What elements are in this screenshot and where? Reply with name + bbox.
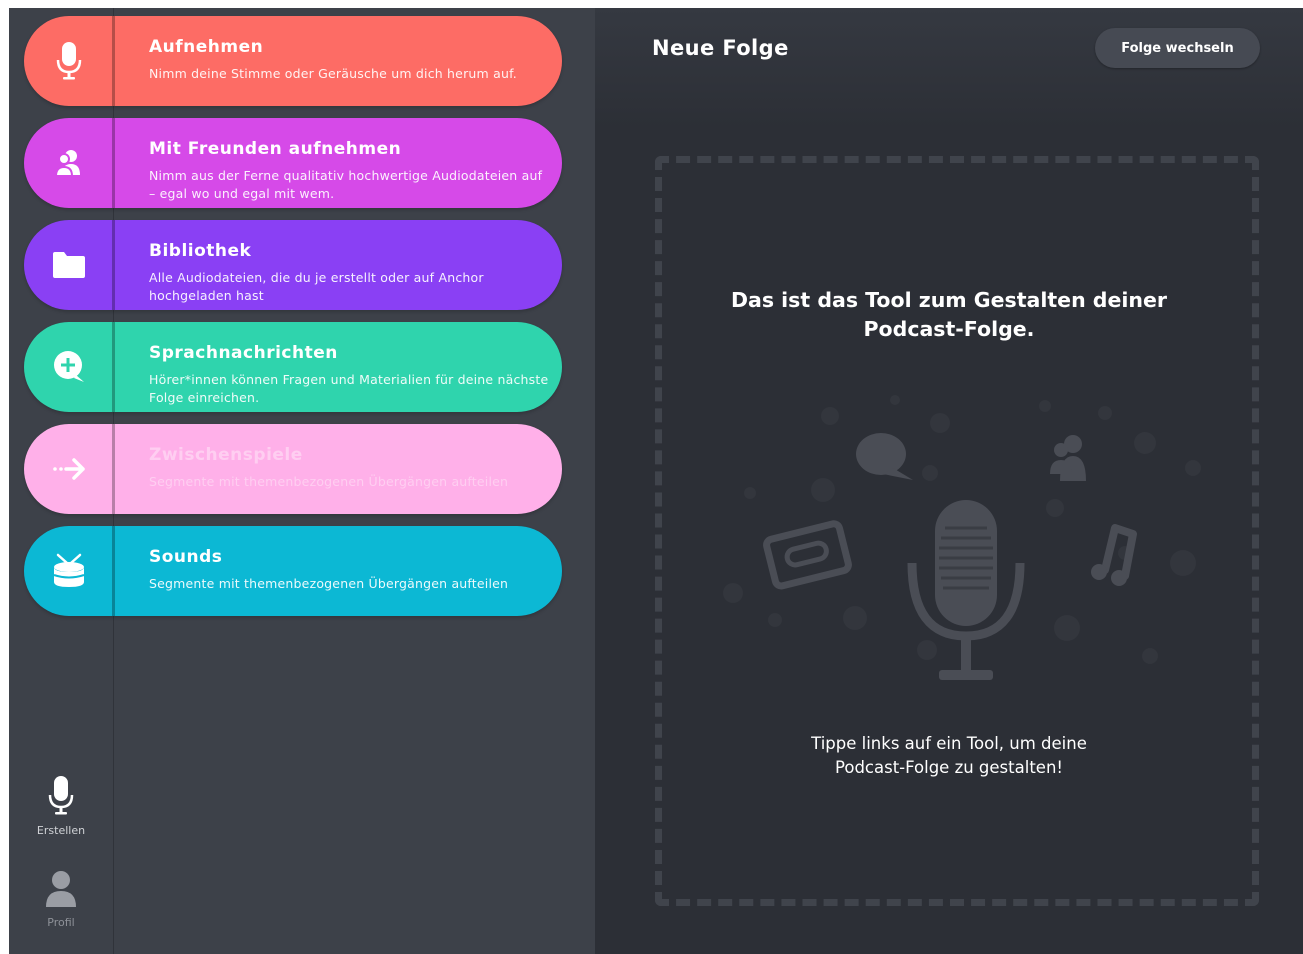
tool-card-sounds[interactable]: Sounds Segmente mit themenbezogenen Über… xyxy=(24,526,562,616)
tool-sidebar: Aufnehmen Nimm deine Stimme oder Geräusc… xyxy=(9,8,595,954)
chat-plus-icon xyxy=(24,322,114,412)
user-icon xyxy=(45,870,77,912)
people-icon xyxy=(24,118,114,208)
tool-title: Mit Freunden aufnehmen xyxy=(149,139,402,159)
nav-profile-label: Profil xyxy=(47,916,75,929)
tool-description: Segmente mit themenbezogenen Übergängen … xyxy=(149,474,509,489)
tool-card-voice-messages[interactable]: Sprachnachrichten Hörer*innen können Fra… xyxy=(24,322,562,412)
app-window: Aufnehmen Nimm deine Stimme oder Geräusc… xyxy=(9,8,1303,954)
people-icon xyxy=(1050,435,1086,481)
microphone-icon xyxy=(48,776,74,820)
page-title: Neue Folge xyxy=(652,36,789,60)
tool-description: Nimm aus der Ferne qualitativ hochwertig… xyxy=(149,168,543,201)
dropzone-hint: Tippe links auf ein Tool, um deine Podca… xyxy=(811,734,1087,777)
tool-description: Nimm deine Stimme oder Geräusche um dich… xyxy=(149,66,517,81)
tool-card-record-with-friends[interactable]: Mit Freunden aufnehmen Nimm aus der Fern… xyxy=(24,118,562,208)
nav-create-label: Erstellen xyxy=(36,824,86,837)
nav-profile[interactable]: Profil xyxy=(9,870,113,929)
tool-title: Sounds xyxy=(149,547,223,567)
podcast-illustration xyxy=(723,395,1201,680)
tool-card-record[interactable]: Aufnehmen Nimm deine Stimme oder Geräusc… xyxy=(24,16,562,106)
tool-card-library[interactable]: Bibliothek Alle Audiodateien, die du je … xyxy=(24,220,562,310)
cassette-icon xyxy=(763,520,852,590)
tool-card-interludes[interactable]: Zwischenspiele Segmente mit themenbezoge… xyxy=(24,424,562,514)
drum-icon xyxy=(24,526,114,616)
episode-builder: Neue Folge Folge wechseln Das ist das To… xyxy=(595,8,1303,954)
tool-description: Hörer*innen können Fragen und Materialie… xyxy=(149,372,549,405)
card-divider xyxy=(112,16,115,106)
nav-create[interactable]: Erstellen xyxy=(9,776,113,837)
folder-icon xyxy=(24,220,114,310)
tool-description: Segmente mit themenbezogenen Übergängen … xyxy=(149,576,509,591)
arrow-right-icon xyxy=(24,424,114,514)
card-divider xyxy=(112,220,115,310)
tool-title: Sprachnachrichten xyxy=(149,343,338,363)
microphone-icon xyxy=(24,16,114,106)
tool-title: Aufnehmen xyxy=(149,37,264,57)
card-divider xyxy=(112,118,115,208)
tool-description: Alle Audiodateien, die du je erstellt od… xyxy=(149,270,484,303)
switch-episode-button[interactable]: Folge wechseln xyxy=(1095,28,1260,68)
tool-title: Bibliothek xyxy=(149,241,252,261)
music-note-icon xyxy=(1091,524,1137,586)
speech-bubble-icon xyxy=(856,433,913,480)
card-divider xyxy=(112,424,115,514)
dropzone-heading: Das ist das Tool zum Gestalten deiner Po… xyxy=(730,288,1168,341)
tool-title: Zwischenspiele xyxy=(149,445,303,465)
card-divider xyxy=(112,526,115,616)
card-divider xyxy=(112,322,115,412)
